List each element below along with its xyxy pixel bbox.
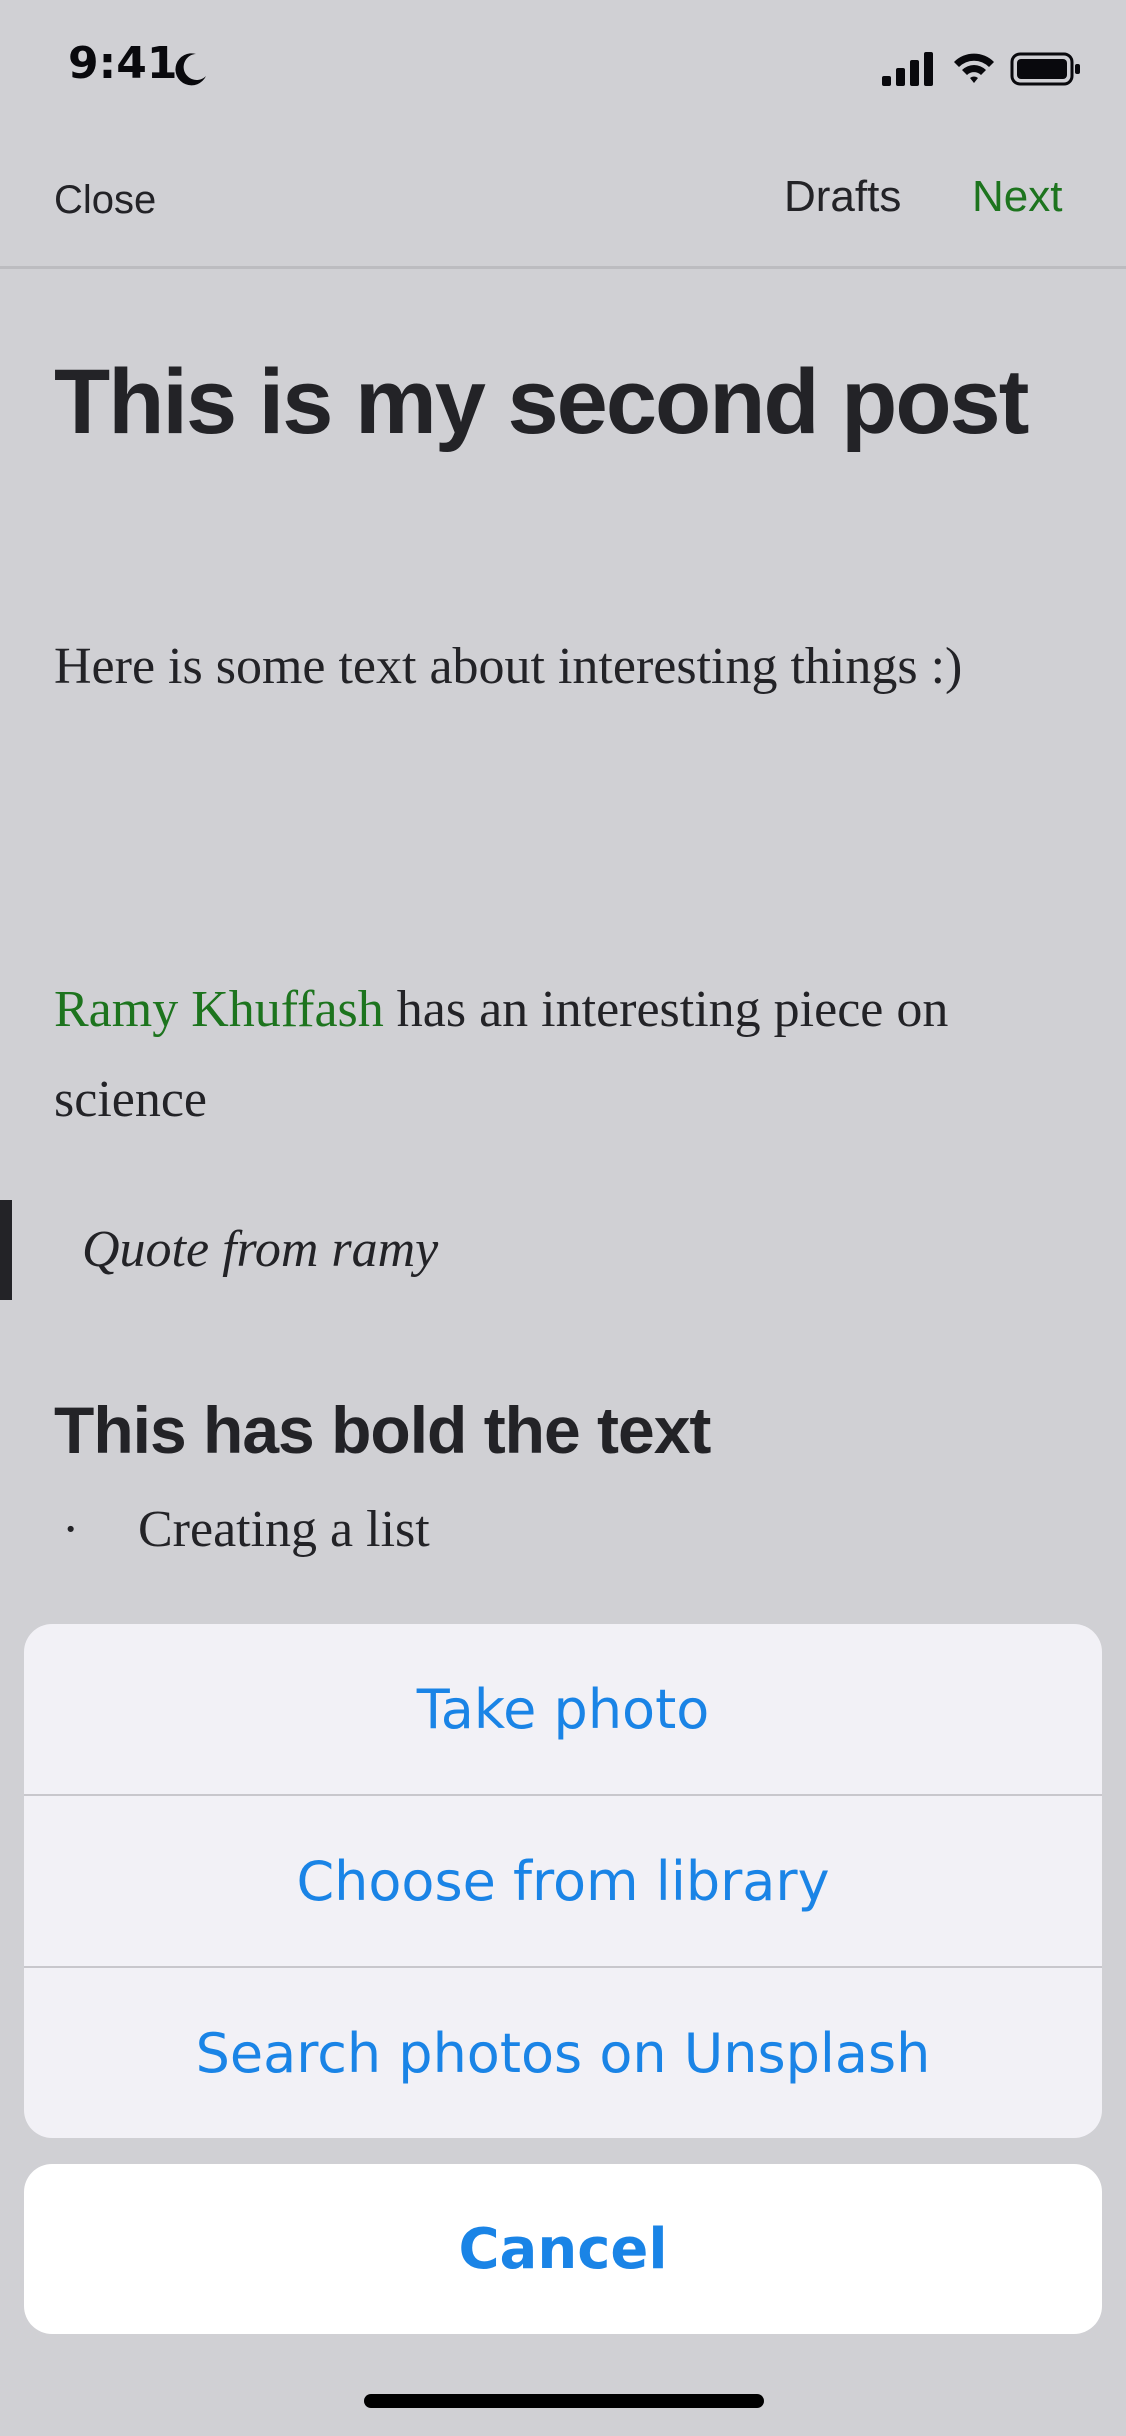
- take-photo-button[interactable]: Take photo: [24, 1624, 1102, 1794]
- choose-library-button[interactable]: Choose from library: [24, 1796, 1102, 1966]
- search-unsplash-button[interactable]: Search photos on Unsplash: [24, 1968, 1102, 2138]
- action-sheet: Take photo Choose from library Search ph…: [24, 1624, 1102, 2138]
- home-indicator: [364, 2394, 764, 2408]
- cancel-button[interactable]: Cancel: [24, 2164, 1102, 2334]
